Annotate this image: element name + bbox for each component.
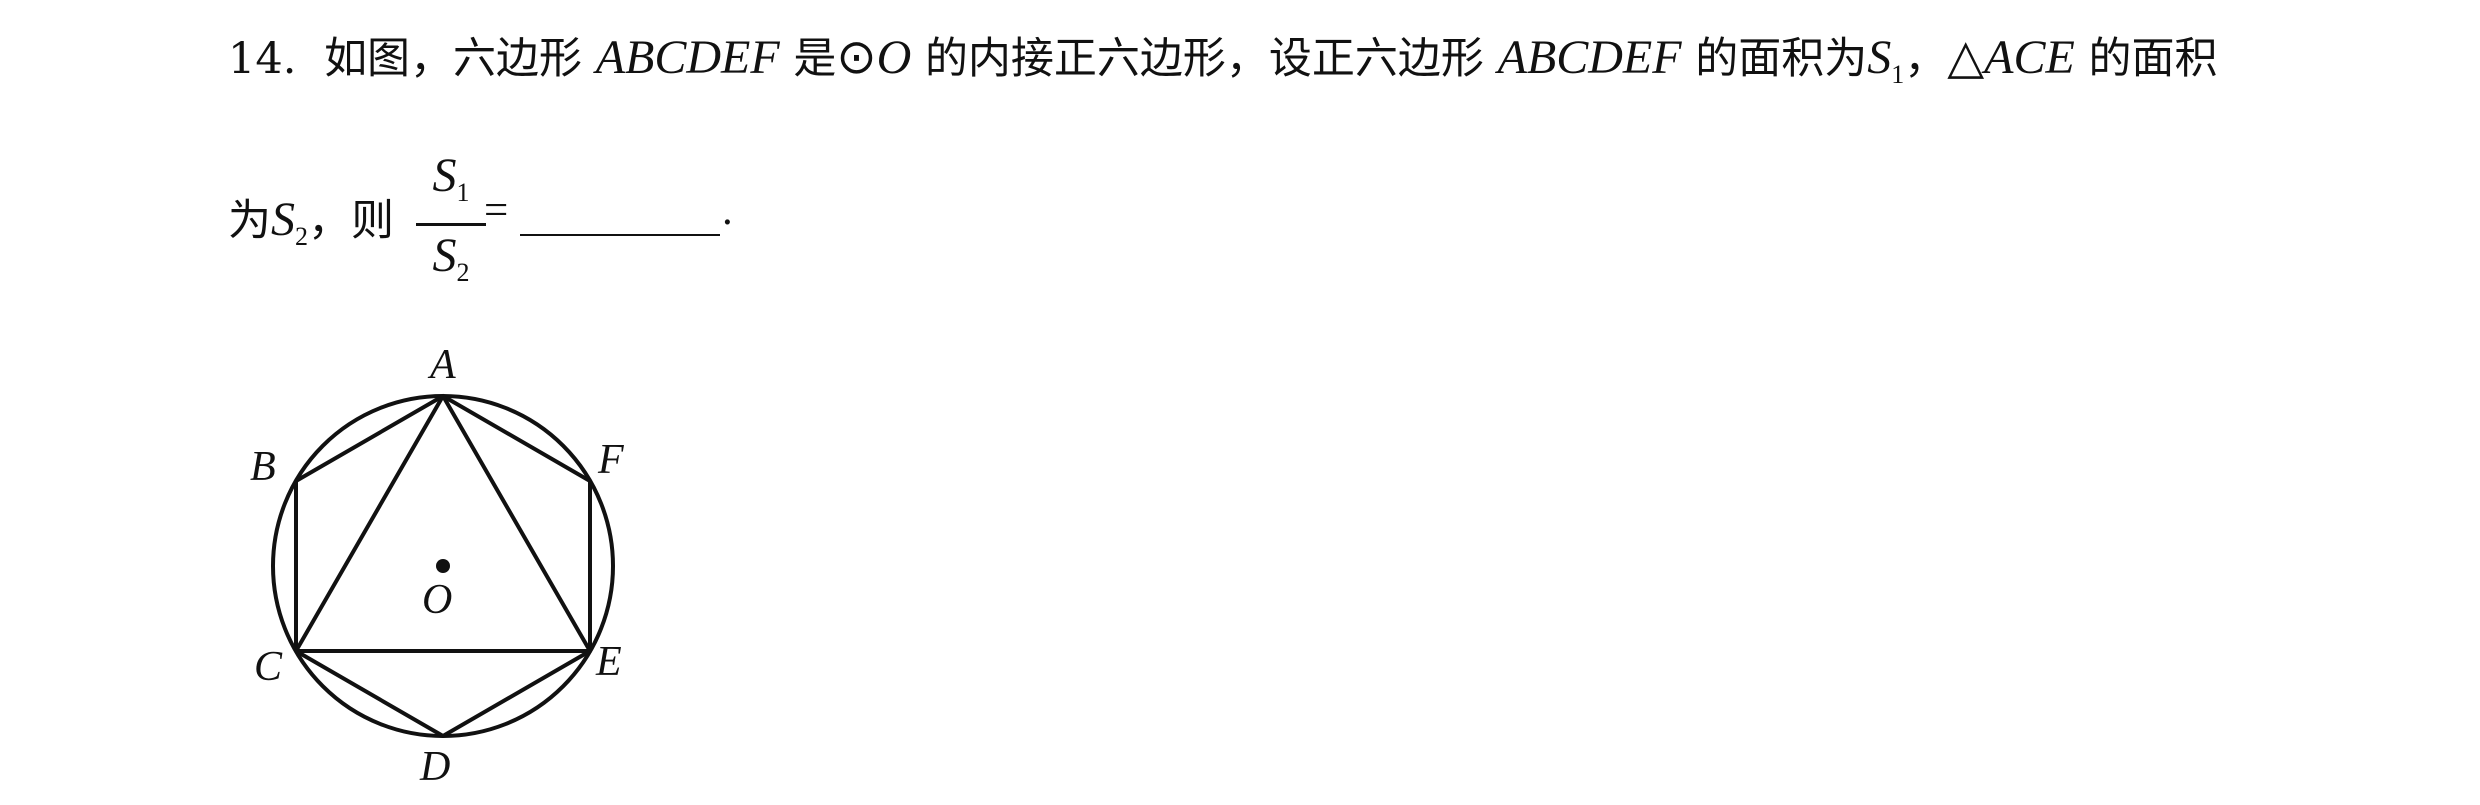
text-inscribed: 的内接正六边形，设正六边形 bbox=[924, 34, 1484, 84]
geometry-figure: A B C D E F O bbox=[250, 342, 624, 790]
text-intro: 如图，六边形 bbox=[324, 34, 583, 84]
period: . bbox=[722, 187, 733, 234]
fraction-bar bbox=[416, 223, 486, 226]
equals-sign: = bbox=[484, 187, 509, 234]
label-f: F bbox=[597, 437, 624, 483]
answer-blank bbox=[520, 234, 720, 236]
s1-index: 1 bbox=[1891, 60, 1905, 89]
s1-letter: S bbox=[1867, 31, 1892, 84]
label-e: E bbox=[595, 639, 622, 685]
frac-den-letter: S bbox=[432, 229, 457, 282]
triangle-symbol: △ bbox=[1947, 31, 1985, 84]
text-comma: ， bbox=[1904, 34, 1948, 84]
s2-index: 2 bbox=[295, 222, 308, 251]
center-point-o bbox=[436, 559, 450, 573]
text-as: 为 bbox=[228, 196, 271, 246]
label-d: D bbox=[419, 744, 450, 790]
fraction-denominator: S2 bbox=[416, 228, 486, 301]
label-o: O bbox=[422, 577, 452, 623]
fraction-s1-over-s2: S1 S2 bbox=[416, 148, 486, 301]
triangle-name: ACE bbox=[1984, 31, 2075, 84]
frac-num-letter: S bbox=[432, 149, 457, 202]
text-then: ，则 bbox=[308, 196, 394, 246]
circle-center: O bbox=[876, 31, 912, 84]
hexagon-name-2: ABCDEF bbox=[1497, 31, 1682, 84]
problem-line-2: 为S2，则 bbox=[228, 186, 394, 252]
hexagon-name: ABCDEF bbox=[595, 31, 780, 84]
s2-letter: S bbox=[271, 193, 295, 246]
label-b: B bbox=[250, 444, 276, 490]
frac-den-index: 2 bbox=[456, 258, 470, 287]
label-a: A bbox=[427, 342, 456, 388]
text-area: 的面积 bbox=[2088, 34, 2218, 84]
text-is: 是 bbox=[793, 34, 837, 84]
fraction-numerator: S1 bbox=[416, 148, 486, 221]
frac-num-index: 1 bbox=[456, 178, 470, 207]
circle-symbol: ⊙ bbox=[836, 31, 877, 84]
label-c: C bbox=[254, 644, 283, 690]
problem-number: 14. bbox=[228, 34, 297, 84]
problem-line-1: 14. 如图，六边形 ABCDEF 是⊙O 的内接正六边形，设正六边形 ABCD… bbox=[228, 24, 2218, 90]
text-area-is: 的面积为 bbox=[1695, 34, 1868, 84]
